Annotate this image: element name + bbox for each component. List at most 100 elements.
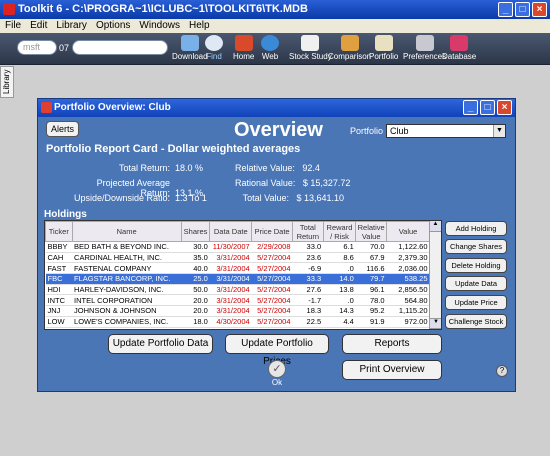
table-cell: 1,115.20 xyxy=(386,305,430,317)
table-cell: FLAGSTAR BANCORP, INC. xyxy=(72,273,182,285)
house-icon xyxy=(234,35,253,51)
menu-library[interactable]: Library xyxy=(56,19,87,33)
table-cell: 4.4 xyxy=(323,316,356,328)
table-cell: 27.6 xyxy=(292,284,324,296)
table-cell: -1.7 xyxy=(292,294,324,307)
col-relative-value[interactable]: Relative Value xyxy=(355,221,388,242)
window-maximize-button[interactable]: □ xyxy=(480,100,495,115)
update-data-button[interactable]: Update Data xyxy=(445,276,507,291)
table-cell: 78.0 xyxy=(355,294,387,307)
table-row[interactable]: BBBY BED BATH & BEYOND INC. 30.0 11/30/2007… xyxy=(45,241,430,253)
table-cell: BED BATH & BEYOND INC. xyxy=(72,241,182,253)
window-minimize-button[interactable]: _ xyxy=(463,100,478,115)
table-cell: 18.0 xyxy=(181,316,210,328)
col-ticker[interactable]: Ticker xyxy=(45,221,73,242)
menu-file[interactable]: File xyxy=(5,19,21,33)
portfolio-select[interactable]: Club ▼ xyxy=(386,124,506,138)
menu-windows[interactable]: Windows xyxy=(139,19,180,33)
scroll-down-icon[interactable]: ▼ xyxy=(430,318,441,329)
minimize-button[interactable]: _ xyxy=(498,2,513,17)
portfolio-label: Portfolio xyxy=(350,126,384,136)
toolbar: msft 07 Download Find Home Web Stock Stu… xyxy=(0,33,550,65)
chevron-down-icon[interactable]: ▼ xyxy=(493,125,505,137)
download-button[interactable]: Download xyxy=(172,35,208,63)
app-icon xyxy=(3,3,15,15)
col-value[interactable]: Value xyxy=(386,221,430,242)
holdings-table: Ticker Name Shares Data Date Price Date … xyxy=(44,220,442,330)
col-shares[interactable]: Shares xyxy=(180,221,211,242)
library-side-tab[interactable]: Library xyxy=(0,66,14,98)
table-row[interactable]: FAST FASTENAL COMPANY 40.0 3/31/2004 5/27/20… xyxy=(45,262,430,275)
app-title: Toolkit 6 - C:\PROGRA~1\ICLUBC~1\TOOLKIT… xyxy=(18,3,308,15)
chart-icon xyxy=(301,35,320,51)
challenge-stock-button[interactable]: Challenge Stock xyxy=(445,314,507,329)
col-price-date[interactable]: Price Date xyxy=(251,221,294,242)
table-cell: CARDINAL HEALTH, INC. xyxy=(72,252,182,264)
update-portfolio-prices-button[interactable]: Update Portfolio Prices xyxy=(225,334,329,367)
table-cell: 5/27/2004 xyxy=(251,305,293,317)
update-price-button[interactable]: Update Price xyxy=(445,295,507,310)
change-shares-button[interactable]: Change Shares xyxy=(445,239,507,254)
table-row[interactable]: HDI HARLEY-DAVIDSON, INC. 50.0 3/31/2004 5/2… xyxy=(45,284,430,296)
reports-button[interactable]: Reports xyxy=(342,334,442,354)
portfolio-button[interactable]: Portfolio xyxy=(369,35,398,63)
checkmark-icon: ✓ xyxy=(268,360,286,378)
home-button[interactable]: Home xyxy=(233,35,254,63)
stat-total-return: Total Return: 18.0 % xyxy=(118,163,204,173)
table-cell: 70.0 xyxy=(355,241,387,253)
tools-icon xyxy=(415,35,434,51)
close-button[interactable]: × xyxy=(532,2,547,17)
table-cell: 20.0 xyxy=(181,305,210,317)
table-cell: 95.2 xyxy=(355,305,387,317)
menu-help[interactable]: Help xyxy=(189,19,210,33)
table-cell: 79.7 xyxy=(355,273,387,285)
app-title-bar: Toolkit 6 - C:\PROGRA~1\ICLUBC~1\TOOLKIT… xyxy=(0,0,550,19)
col-reward-risk[interactable]: Reward / Risk xyxy=(322,221,357,242)
web-button[interactable]: Web xyxy=(261,35,279,63)
table-row[interactable]: INTC INTEL CORPORATION 20.0 3/31/2004 5/27/2… xyxy=(45,294,430,307)
update-portfolio-data-button[interactable]: Update Portfolio Data xyxy=(108,334,213,354)
table-row[interactable]: JNJ JOHNSON & JOHNSON 20.0 3/31/2004 5/27/20… xyxy=(45,305,430,317)
maximize-button[interactable]: □ xyxy=(515,2,530,17)
delete-holding-button[interactable]: Delete Holding xyxy=(445,258,507,273)
print-overview-button[interactable]: Print Overview xyxy=(342,360,442,380)
table-cell: 3/31/2004 xyxy=(209,273,252,285)
table-cell: 972.00 xyxy=(386,316,430,328)
help-icon[interactable]: ? xyxy=(496,365,508,377)
comparison-button[interactable]: Comparison xyxy=(328,35,371,63)
col-data-date[interactable]: Data Date xyxy=(209,221,253,242)
table-cell: 3/31/2004 xyxy=(209,294,252,307)
stat-total-value: Total Value: $ 13,641.10 xyxy=(242,193,345,203)
ticker-search-input[interactable]: msft xyxy=(17,40,57,55)
col-total-return[interactable]: Total Return xyxy=(292,221,324,242)
menu-edit[interactable]: Edit xyxy=(30,19,47,33)
window-close-button[interactable]: × xyxy=(497,100,512,115)
menu-bar: File Edit Library Options Windows Help xyxy=(0,19,550,33)
table-row[interactable]: LOW LOWE'S COMPANIES, INC. 18.0 4/30/2004 5/… xyxy=(45,316,430,328)
scroll-up-icon[interactable]: ▲ xyxy=(430,221,441,232)
menu-options[interactable]: Options xyxy=(96,19,130,33)
table-row[interactable]: CAH CARDINAL HEALTH, INC. 35.0 3/31/2004 5/2… xyxy=(45,252,430,264)
table-cell: 13.8 xyxy=(323,284,356,296)
alerts-button[interactable]: Alerts xyxy=(46,121,80,137)
table-cell: 35.0 xyxy=(181,252,210,264)
globe-icon xyxy=(261,35,279,51)
col-name[interactable]: Name xyxy=(71,221,182,242)
add-holding-button[interactable]: Add Holding xyxy=(445,221,507,236)
preferences-button[interactable]: Preferences xyxy=(403,35,446,63)
table-cell: 4/30/2004 xyxy=(209,316,252,328)
toolbar-separator-label: 07 xyxy=(59,43,70,53)
stock-study-button[interactable]: Stock Study xyxy=(289,35,332,63)
table-cell: 96.1 xyxy=(355,284,387,296)
window-icon xyxy=(41,102,52,113)
download-icon xyxy=(180,35,199,51)
name-search-input[interactable] xyxy=(72,40,168,55)
find-button[interactable]: Find xyxy=(205,35,223,63)
database-button[interactable]: Database xyxy=(442,35,476,63)
table-cell: 2/29/2008 xyxy=(251,241,293,253)
stat-updown-ratio: Upside/Downside Ratio: 1.3 To 1 xyxy=(73,193,207,203)
table-cell: HDI xyxy=(45,284,73,296)
table-row[interactable]: FBC FLAGSTAR BANCORP, INC. 25.0 3/31/2004 5/… xyxy=(45,273,430,285)
table-scrollbar[interactable]: ▲ ▼ xyxy=(429,221,441,329)
ok-button[interactable]: ✓ Ok xyxy=(268,360,286,387)
